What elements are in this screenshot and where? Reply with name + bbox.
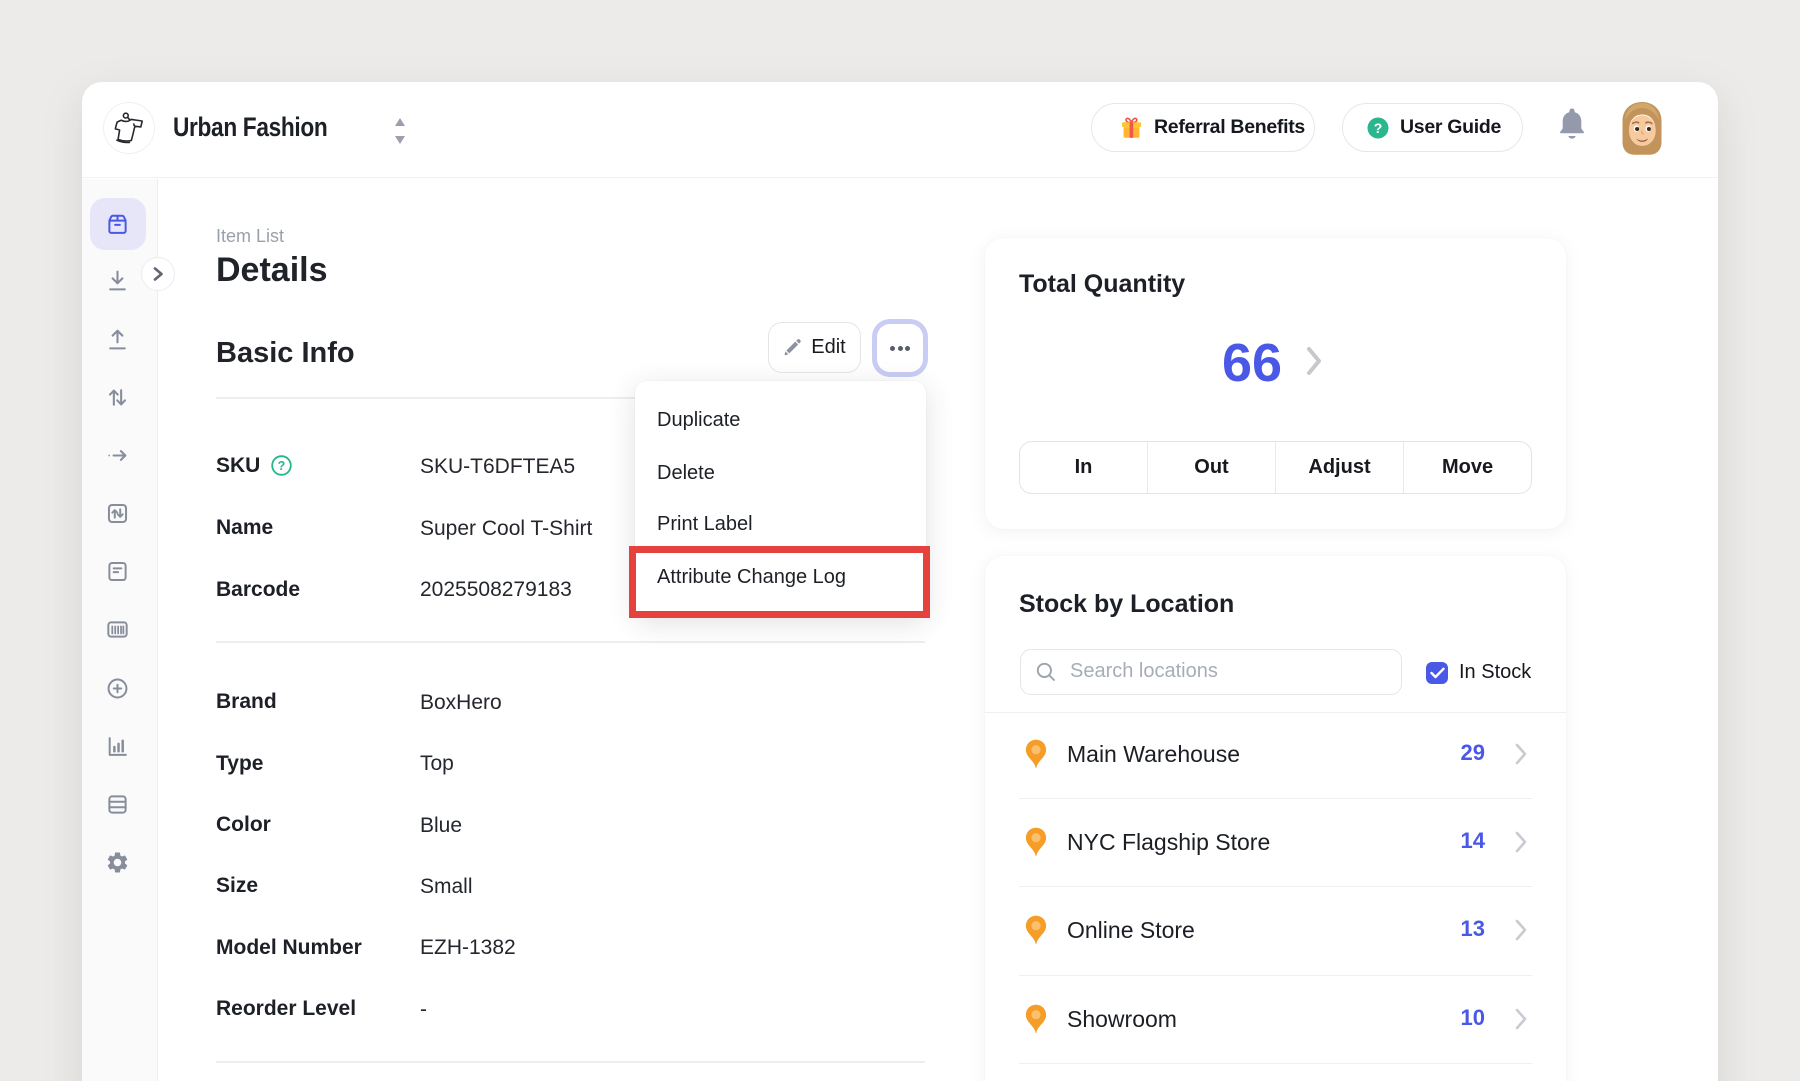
svg-text:?: ? [278, 459, 286, 473]
svg-text:?: ? [1374, 120, 1383, 136]
